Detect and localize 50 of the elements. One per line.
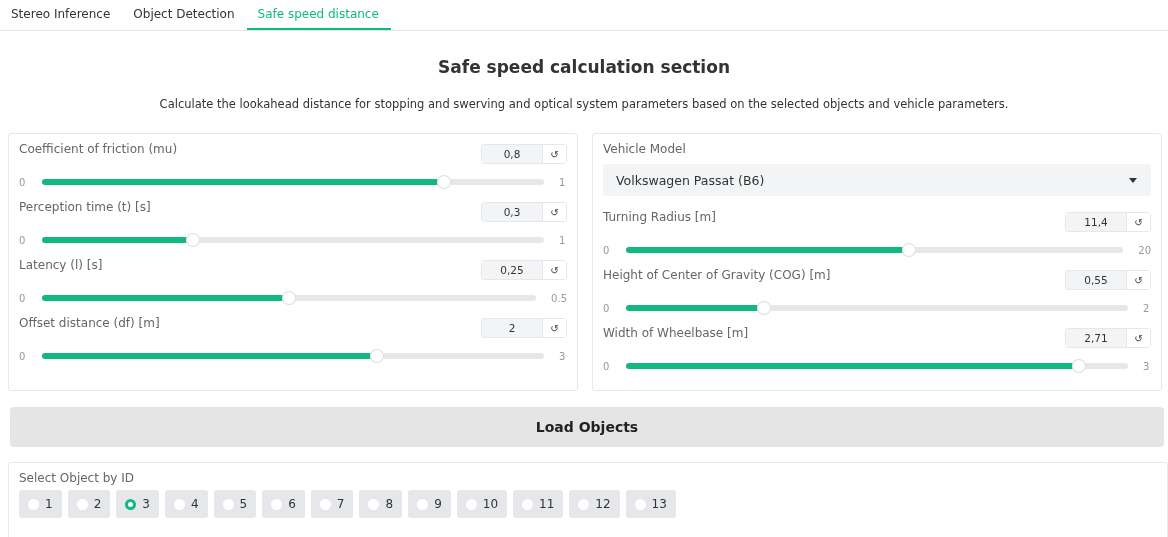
slider-label: Width of Wheelbase [m] [603, 326, 749, 340]
slider-min: 0 [603, 244, 611, 256]
vehicle-model-label: Vehicle Model [603, 142, 687, 156]
object-radio-option[interactable]: 10 [456, 490, 508, 518]
object-radio-option[interactable]: 7 [310, 490, 354, 518]
object-radio-option[interactable]: 8 [359, 490, 403, 518]
slider-thumb[interactable] [436, 175, 451, 189]
slider-max: 3 [559, 350, 567, 362]
slider-thumb[interactable] [369, 349, 384, 363]
slider-thumb[interactable] [1072, 359, 1087, 373]
caret-icon [1129, 177, 1137, 183]
slider-label: Offset distance (df) [m] [19, 316, 160, 330]
object-radio-option[interactable]: 11 [513, 490, 564, 518]
slider-thumb[interactable] [185, 233, 200, 247]
slider-max: 3 [1143, 360, 1151, 372]
object-radio-option[interactable]: 3 [116, 490, 159, 518]
object-radio-option[interactable]: 5 [213, 490, 257, 518]
slider-min: 0 [19, 292, 27, 304]
slider-thumb[interactable] [757, 301, 772, 315]
slider-label: Perception time (t) [s] [19, 200, 151, 214]
object-radio-option[interactable]: 13 [625, 490, 676, 518]
slider-min: 0 [19, 350, 27, 362]
slider-max: 1 [559, 234, 567, 246]
slider-max: 20 [1138, 244, 1151, 256]
object-radio-option[interactable]: 12 [569, 490, 620, 518]
slider-max: 2 [1143, 302, 1151, 314]
vehicle-model-dropdown[interactable]: Volkswagen Passat (B6) [603, 164, 1151, 196]
section-title: Safe speed calculation section [437, 57, 731, 79]
load-objects-button[interactable]: Load Objects [10, 407, 1164, 447]
slider-max: 1 [559, 176, 567, 188]
object-radio-option[interactable]: 2 [67, 490, 111, 518]
slider-max: 0.5 [551, 292, 567, 304]
object-radio-option[interactable]: 1 [19, 490, 62, 518]
tab[interactable]: Object Detection [122, 0, 247, 30]
object-radio-option[interactable]: 6 [262, 490, 305, 518]
slider-label: Height of Center of Gravity (COG) [m] [603, 268, 831, 282]
slider-min: 0 [603, 360, 611, 372]
slider-thumb[interactable] [902, 243, 917, 257]
tab[interactable]: Stereo Inference [0, 0, 123, 30]
slider-label: Coefficient of friction (mu) [19, 142, 178, 156]
slider-min: 0 [603, 302, 611, 314]
object-radio-option[interactable]: 9 [408, 490, 451, 518]
object-select-label: Select Object by ID [19, 471, 136, 485]
slider-min: 0 [19, 234, 27, 246]
slider-label: Turning Radius [m] [603, 210, 716, 224]
slider-thumb[interactable] [282, 291, 297, 305]
slider-min: 0 [19, 176, 27, 188]
description-text: Calculate the lookahead distance for stopping and swerving and optical system parameters based on the selected objects and vehicle parameters. [158, 97, 1010, 111]
object-radio-option[interactable]: 4 [164, 490, 208, 518]
slider-label: Latency (l) [s] [19, 258, 103, 272]
